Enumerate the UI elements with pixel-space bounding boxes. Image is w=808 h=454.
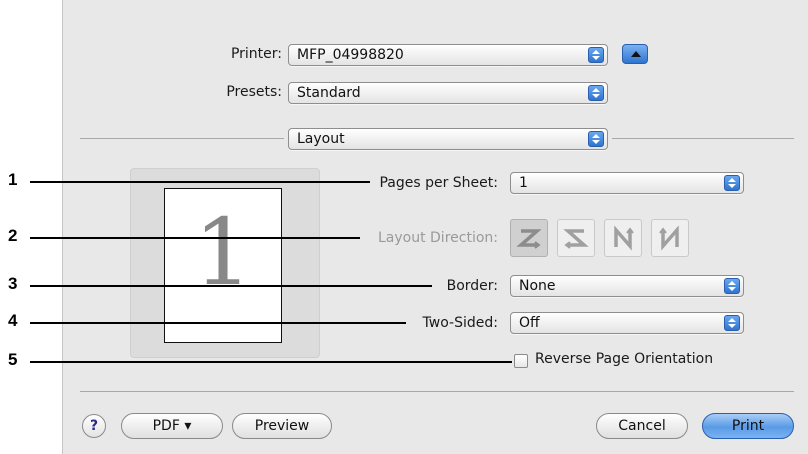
section-divider-left [80,138,284,139]
border-popup[interactable]: None [510,275,744,297]
collapse-details-button[interactable] [622,44,648,64]
reverse-n-order-icon [659,225,679,251]
footer-divider [80,391,794,392]
popup-arrows-icon [724,175,740,191]
pages-per-sheet-value: 1 [519,175,528,191]
popup-arrows-icon [724,278,740,294]
two-sided-popup[interactable]: Off [510,312,744,334]
callout-4-line [30,322,406,324]
popup-arrows-icon [588,47,604,63]
popup-arrows-icon [724,315,740,331]
reverse-orientation-label: Reverse Page Orientation [535,351,714,367]
callout-3-line [30,285,432,287]
callout-2-line [30,237,360,239]
two-sided-value: Off [519,315,540,331]
callout-2: 2 [8,226,18,245]
callout-4: 4 [8,311,18,330]
print-button[interactable]: Print [702,413,794,439]
direction-reverse-z-button[interactable] [557,219,595,257]
pages-per-sheet-label: Pages per Sheet: [379,175,498,191]
presets-popup[interactable]: Standard [288,82,608,104]
direction-z-button[interactable] [510,219,548,257]
border-value: None [519,278,556,294]
callout-5-line [30,361,512,363]
cancel-button[interactable]: Cancel [596,413,688,439]
printer-value: MFP_04998820 [297,47,404,63]
direction-reverse-n-button[interactable] [651,219,689,257]
section-divider-right [612,138,794,139]
printer-popup[interactable]: MFP_04998820 [288,44,608,66]
section-popup[interactable]: Layout [288,128,608,150]
reverse-orientation-checkbox[interactable] [514,354,528,368]
z-order-icon [516,229,542,249]
popup-arrows-icon [588,131,604,147]
help-button[interactable]: ? [82,414,106,438]
pdf-menu-button[interactable]: PDF ▾ [121,413,223,439]
preview-button[interactable]: Preview [232,413,332,439]
pages-per-sheet-popup[interactable]: 1 [510,172,744,194]
presets-value: Standard [297,85,361,101]
callout-1-line [30,181,370,183]
callout-1: 1 [8,170,18,189]
section-value: Layout [297,131,345,147]
printer-label: Printer: [230,46,282,62]
popup-arrows-icon [588,85,604,101]
page-thumbnail: 1 [164,188,282,343]
callout-5: 5 [8,350,18,369]
n-order-icon [614,225,634,251]
callout-3: 3 [8,274,18,293]
presets-label: Presets: [226,84,282,100]
reverse-z-order-icon [563,229,589,249]
direction-n-button[interactable] [604,219,642,257]
layout-direction-label: Layout Direction: [377,230,498,246]
